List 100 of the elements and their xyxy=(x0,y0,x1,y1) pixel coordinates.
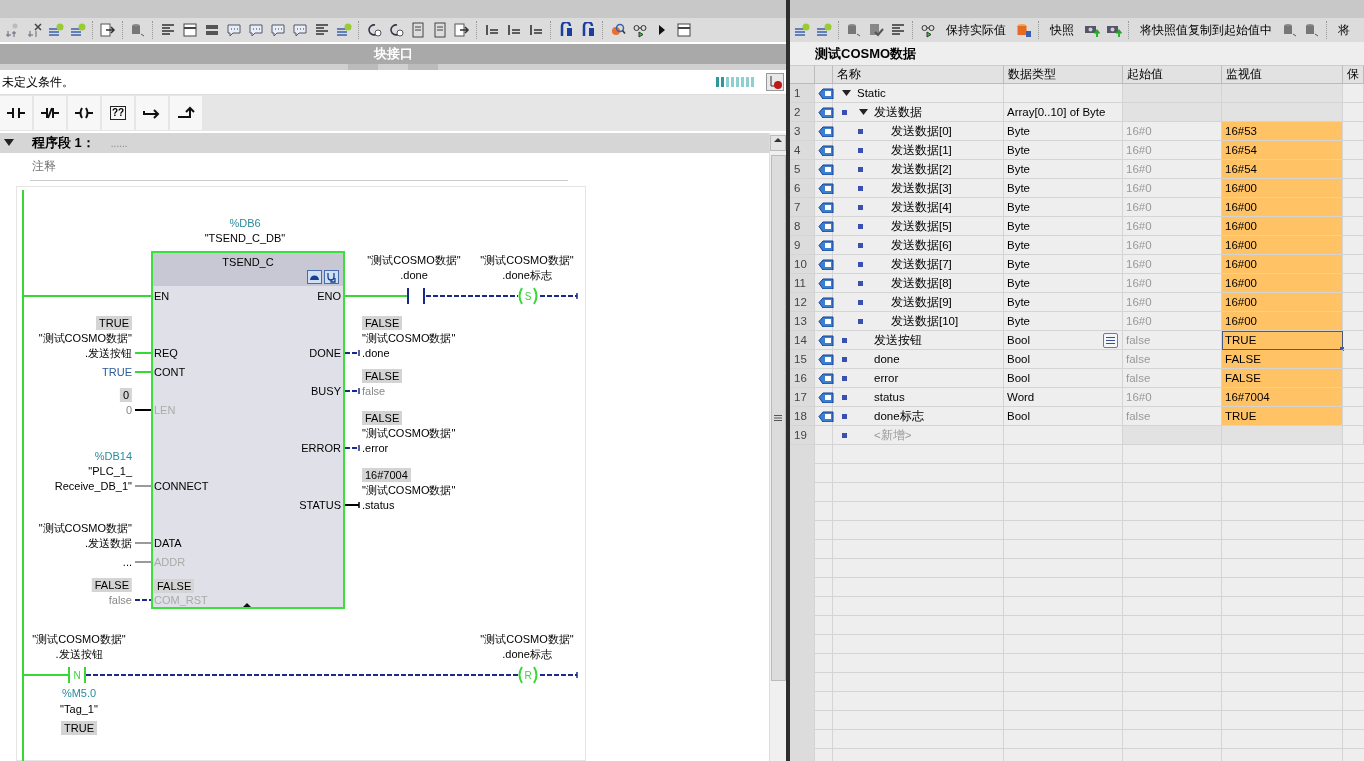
column-header[interactable]: 名称 xyxy=(833,65,1004,84)
cylinder-icon[interactable] xyxy=(846,22,862,38)
table-row[interactable]: 10 发送数据[7] Byte 16#0 16#00 xyxy=(790,255,1364,274)
table-row[interactable]: 15 done Bool false FALSE xyxy=(790,350,1364,369)
arrow-icon[interactable] xyxy=(454,22,470,38)
stethoscope-icon[interactable] xyxy=(324,270,339,284)
cylinder-icon[interactable] xyxy=(1282,22,1298,38)
monitor-value[interactable]: TRUE xyxy=(1222,407,1343,426)
expand-triangle-icon[interactable] xyxy=(859,108,868,117)
speech-bubble-icon[interactable] xyxy=(248,22,264,38)
table-row[interactable]: 16 error Bool false FALSE xyxy=(790,369,1364,388)
star-list-icon[interactable] xyxy=(816,22,832,38)
branch-lines-icon[interactable] xyxy=(506,22,522,38)
instruction-button[interactable] xyxy=(68,96,100,130)
table-row[interactable]: 2 发送数据 Array[0..10] of Byte xyxy=(790,103,1364,122)
instruction-button[interactable] xyxy=(136,96,168,130)
star-list-icon[interactable] xyxy=(70,22,86,38)
table-row[interactable]: 9 发送数据[6] Byte 16#0 16#00 xyxy=(790,236,1364,255)
column-header[interactable]: 起始值 xyxy=(1123,65,1222,84)
list-icon[interactable] xyxy=(160,22,176,38)
monitor-value[interactable]: FALSE xyxy=(1222,350,1343,369)
cylinder-icon[interactable] xyxy=(1304,22,1320,38)
collapse-triangle-icon[interactable] xyxy=(4,139,14,147)
speech-bubble-icon[interactable] xyxy=(292,22,308,38)
monitor-value[interactable]: 16#54 xyxy=(1222,160,1343,179)
star-list-icon[interactable] xyxy=(794,22,810,38)
list-icon[interactable] xyxy=(890,22,906,38)
table-row[interactable]: 4 发送数据[1] Byte 16#0 16#54 xyxy=(790,141,1364,160)
list-icon[interactable] xyxy=(314,22,330,38)
star-list-icon[interactable] xyxy=(48,22,64,38)
toolbar-button[interactable]: 快照 xyxy=(1046,19,1078,41)
star-list-icon[interactable] xyxy=(336,22,352,38)
monitor-value[interactable]: 16#00 xyxy=(1222,217,1343,236)
collapse-handle[interactable] xyxy=(348,64,378,70)
speech-bubble-icon[interactable] xyxy=(270,22,286,38)
table-row[interactable]: 6 发送数据[3] Byte 16#0 16#00 xyxy=(790,179,1364,198)
table-row[interactable]: 11 发送数据[8] Byte 16#0 16#00 xyxy=(790,274,1364,293)
table-row[interactable]: 8 发送数据[5] Byte 16#0 16#00 xyxy=(790,217,1364,236)
instruction-button[interactable] xyxy=(34,96,66,130)
window-icon[interactable] xyxy=(676,22,692,38)
box-instruction-button[interactable]: ?? xyxy=(102,96,134,130)
instruction-button[interactable] xyxy=(170,96,202,130)
instruction-button[interactable] xyxy=(0,96,32,130)
monitor-value[interactable]: 16#00 xyxy=(1222,179,1343,198)
bars-icon[interactable] xyxy=(204,22,220,38)
monitor-value[interactable]: 16#00 xyxy=(1222,198,1343,217)
table-row[interactable]: 13 发送数据[10] Byte 16#0 16#00 xyxy=(790,312,1364,331)
comment-field[interactable]: 注释 xyxy=(32,158,56,175)
branch-lines-icon[interactable] xyxy=(528,22,544,38)
expand-arrow-icon[interactable] xyxy=(243,603,251,607)
data-type: Array[0..10] of Byte xyxy=(1007,106,1106,118)
table-row[interactable]: 17 status Word 16#0 16#7004 xyxy=(790,388,1364,407)
table-row[interactable]: 14 发送按钮 Bool false TRUE xyxy=(790,331,1364,350)
column-header[interactable]: 监视值 xyxy=(1222,65,1343,84)
monitor-value[interactable]: FALSE xyxy=(1222,369,1343,388)
glasses-icon[interactable] xyxy=(920,22,936,38)
curved-arrow-icon[interactable] xyxy=(388,22,404,38)
monitor-value[interactable]: 16#54 xyxy=(1222,141,1343,160)
monitor-value[interactable]: 16#00 xyxy=(1222,236,1343,255)
checkmark-document-icon[interactable] xyxy=(868,22,884,38)
branch-lines-icon[interactable] xyxy=(484,22,500,38)
member-bullet-icon xyxy=(858,243,863,248)
data-type: Bool xyxy=(1007,410,1031,422)
search-icon[interactable] xyxy=(610,22,626,38)
breakpoint-icon[interactable] xyxy=(766,73,784,91)
table-cell xyxy=(1343,198,1364,217)
table-row[interactable]: 18 done标志 Bool false TRUE xyxy=(790,407,1364,426)
table-row[interactable]: 3 发送数据[0] Byte 16#0 16#53 xyxy=(790,122,1364,141)
monitor-value[interactable]: TRUE xyxy=(1222,331,1343,350)
expand-handle[interactable] xyxy=(408,64,438,70)
expand-triangle-icon[interactable] xyxy=(842,89,851,98)
arrow-icon[interactable] xyxy=(100,22,116,38)
monitor-value[interactable]: 16#00 xyxy=(1222,255,1343,274)
toolbar-button[interactable]: 保持实际值 xyxy=(942,19,1010,41)
table-row[interactable]: 1 Static xyxy=(790,84,1364,103)
table-row[interactable]: 5 发送数据[2] Byte 16#0 16#54 xyxy=(790,160,1364,179)
speech-bubble-icon[interactable] xyxy=(226,22,242,38)
monitor-value[interactable]: 16#53 xyxy=(1222,122,1343,141)
toolbar-button[interactable]: 将快照值复制到起始值中 xyxy=(1136,19,1276,41)
block-icon[interactable] xyxy=(307,270,322,284)
toolbar-button[interactable]: 将 xyxy=(1334,19,1354,41)
list-icon[interactable] xyxy=(1103,332,1118,348)
monitor-value[interactable]: 16#00 xyxy=(1222,312,1343,331)
database-icon[interactable] xyxy=(1016,22,1032,38)
scroll-up-icon[interactable] xyxy=(774,136,782,144)
scrollbar[interactable] xyxy=(769,133,786,761)
column-header[interactable]: 数据类型 xyxy=(1004,65,1123,84)
monitor-value[interactable]: 16#00 xyxy=(1222,274,1343,293)
cross-icon[interactable] xyxy=(26,22,42,38)
column-header[interactable]: 保 xyxy=(1343,65,1364,84)
cylinder-icon[interactable] xyxy=(130,22,146,38)
table-row[interactable]: 12 发送数据[9] Byte 16#0 16#00 xyxy=(790,293,1364,312)
glasses-icon[interactable] xyxy=(632,22,648,38)
curved-arrow-icon[interactable] xyxy=(366,22,382,38)
table-row[interactable]: 7 发送数据[4] Byte 16#0 16#00 xyxy=(790,198,1364,217)
window-icon[interactable] xyxy=(182,22,198,38)
pin-label: ERROR xyxy=(301,441,341,455)
monitor-value[interactable]: 16#00 xyxy=(1222,293,1343,312)
wire xyxy=(134,542,152,544)
monitor-value[interactable]: 16#7004 xyxy=(1222,388,1343,407)
